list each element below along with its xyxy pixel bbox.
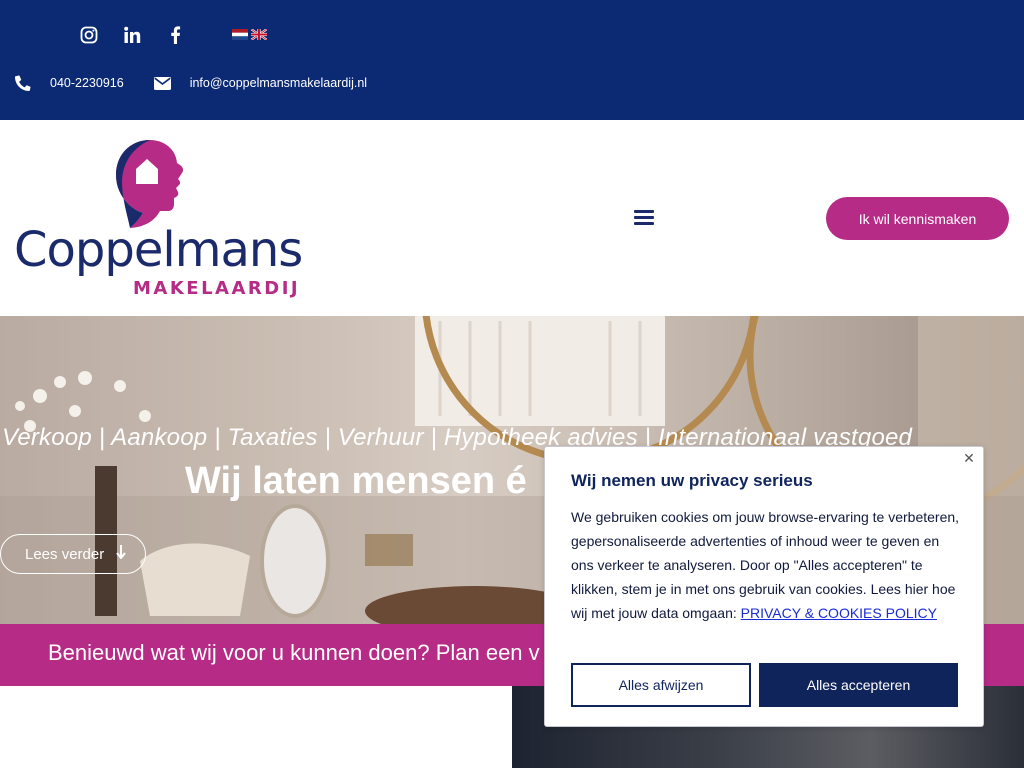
hero-title: Wij laten mensen é (185, 460, 527, 502)
company-logo[interactable]: Coppelmans MAKELAARDIJ (12, 138, 322, 303)
read-more-button[interactable]: Lees verder (0, 534, 146, 574)
arrow-down-icon (116, 545, 126, 563)
envelope-icon (154, 74, 172, 92)
instagram-icon[interactable] (78, 24, 99, 46)
logo-wordmark: Coppelmans (14, 222, 303, 278)
contact-info: 040-2230916 info@coppelmansmakelaardij.n… (14, 74, 367, 92)
linkedin-icon[interactable] (121, 24, 142, 46)
phone-number[interactable]: 040-2230916 (50, 76, 124, 90)
cookie-text: We gebruiken cookies om jouw browse-erva… (571, 505, 963, 625)
close-icon[interactable]: ✕ (962, 451, 976, 465)
privacy-policy-link[interactable]: PRIVACY & COOKIES POLICY (741, 605, 937, 621)
english-flag-icon[interactable] (250, 27, 268, 41)
dutch-flag-icon[interactable] (232, 27, 248, 40)
phone-icon (14, 74, 32, 92)
banner-text: Benieuwd wat wij voor u kunnen doen? Pla… (48, 640, 540, 665)
email-address[interactable]: info@coppelmansmakelaardij.nl (190, 76, 367, 90)
cookie-consent-dialog: ✕ Wij nemen uw privacy serieus We gebrui… (544, 446, 984, 727)
top-bar: 040-2230916 info@coppelmansmakelaardij.n… (0, 0, 1024, 120)
logo-head-icon (116, 140, 184, 228)
language-switcher (232, 27, 268, 41)
reject-all-button[interactable]: Alles afwijzen (571, 663, 751, 707)
accept-all-button[interactable]: Alles accepteren (759, 663, 958, 707)
kennismaken-button[interactable]: Ik wil kennismaken (826, 197, 1009, 240)
site-header: Coppelmans MAKELAARDIJ Ik wil kennismake… (0, 120, 1024, 316)
social-links (78, 24, 185, 46)
cookie-title: Wij nemen uw privacy serieus (571, 471, 813, 490)
logo-subtitle: MAKELAARDIJ (133, 278, 301, 299)
read-more-label: Lees verder (25, 545, 105, 563)
hamburger-menu-icon[interactable] (634, 210, 656, 228)
facebook-icon[interactable] (164, 24, 185, 46)
